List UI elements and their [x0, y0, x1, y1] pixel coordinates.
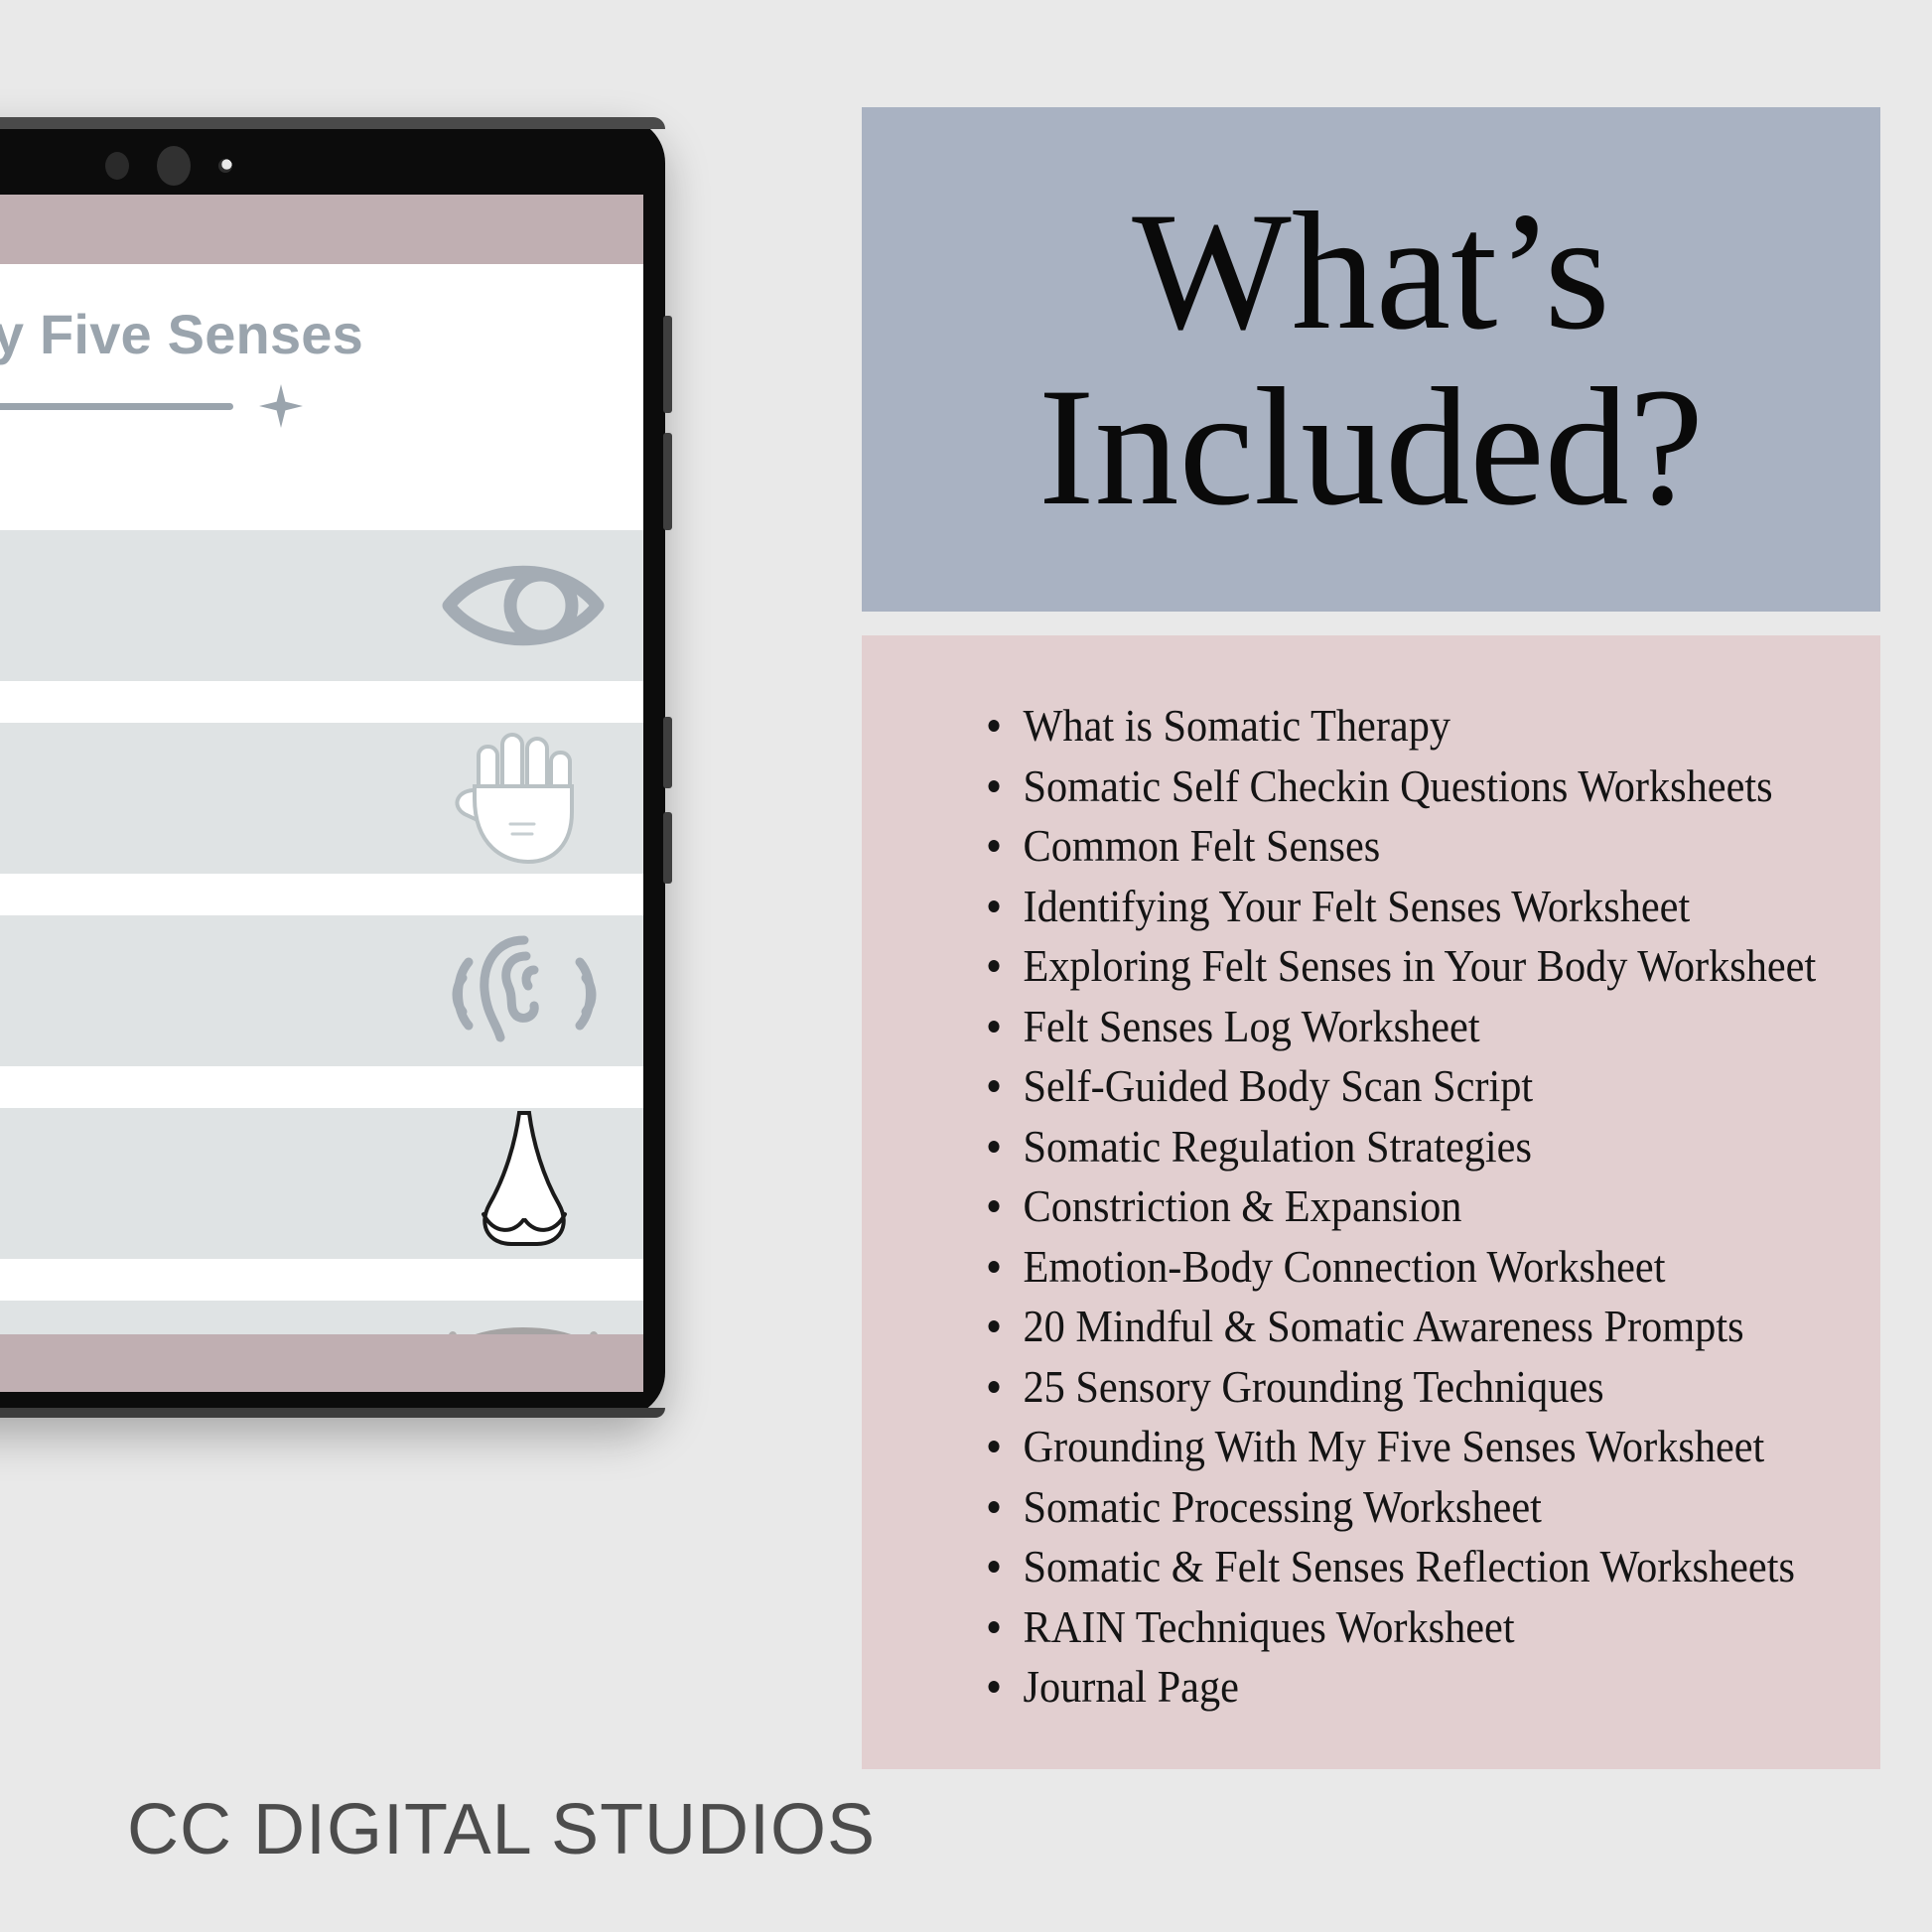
table-row[interactable] — [0, 915, 643, 1066]
list-item: RAIN Techniques Worksheet — [983, 1603, 1772, 1650]
indicator-light-icon — [218, 159, 232, 173]
sense-rows — [0, 530, 643, 1392]
included-items-panel: What is Somatic Therapy Somatic Self Che… — [862, 635, 1880, 1769]
hand-icon — [439, 733, 608, 865]
list-item: What is Somatic Therapy — [983, 703, 1772, 749]
secondary-side-button[interactable] — [663, 812, 672, 884]
list-item: 25 Sensory Grounding Techniques — [983, 1363, 1772, 1410]
volume-up-button[interactable] — [663, 316, 672, 413]
table-row[interactable] — [0, 1108, 643, 1259]
list-item: Constriction & Expansion — [983, 1183, 1772, 1229]
page-title-line-1: What’s — [1132, 178, 1610, 365]
list-item: Somatic Regulation Strategies — [983, 1123, 1772, 1170]
list-item: Somatic & Felt Senses Reflection Workshe… — [983, 1544, 1794, 1589]
list-item: Grounding With My Five Senses Worksheet — [983, 1424, 1772, 1469]
list-item: Somatic Self Checkin Questions Worksheet… — [983, 762, 1772, 809]
divider-line — [0, 402, 233, 410]
list-item: Identifying Your Felt Senses Worksheet — [983, 883, 1772, 929]
camera-lens-icon — [157, 146, 191, 186]
list-item: Journal Page — [983, 1664, 1772, 1710]
worksheet-top-accent-bar — [0, 195, 643, 264]
device-top-edge — [0, 117, 665, 129]
list-item: Exploring Felt Senses in Your Body Works… — [983, 943, 1816, 989]
ear-icon — [439, 926, 608, 1055]
sensor-icon — [105, 152, 129, 180]
tablet-device: ding With My Five Senses — [0, 117, 672, 1418]
list-item: Common Felt Senses — [983, 823, 1772, 869]
worksheet-bottom-accent-bar — [0, 1334, 643, 1392]
sparkle-icon-right — [259, 384, 303, 428]
page-title-line-2: Included? — [1037, 353, 1705, 540]
poster-canvas: ding With My Five Senses — [0, 0, 1932, 1932]
included-items-list: What is Somatic Therapy Somatic Self Che… — [862, 635, 1880, 1710]
list-item: Emotion-Body Connection Worksheet — [983, 1243, 1772, 1290]
power-button[interactable] — [663, 717, 672, 788]
device-bottom-edge — [0, 1408, 665, 1418]
nose-icon — [439, 1111, 608, 1248]
volume-down-button[interactable] — [663, 433, 672, 530]
eye-icon — [439, 541, 608, 670]
whats-included-header-panel: What’s Included? — [862, 107, 1880, 612]
worksheet-body: ding With My Five Senses — [0, 264, 643, 1392]
front-camera-cluster — [0, 139, 665, 193]
list-item: Felt Senses Log Worksheet — [983, 1003, 1772, 1049]
list-item: 20 Mindful & Somatic Awareness Prompts — [983, 1304, 1772, 1349]
worksheet-title: ding With My Five Senses — [0, 303, 363, 365]
table-row[interactable] — [0, 723, 643, 874]
page-title: What’s Included? — [1038, 184, 1704, 535]
tablet-screen[interactable]: ding With My Five Senses — [0, 195, 643, 1392]
brand-wordmark: CC DIGITAL STUDIOS — [127, 1790, 877, 1869]
list-item: Somatic Processing Worksheet — [983, 1483, 1772, 1530]
list-item: Self-Guided Body Scan Script — [983, 1063, 1772, 1109]
worksheet-title-decoration — [0, 384, 643, 428]
table-row[interactable] — [0, 530, 643, 681]
